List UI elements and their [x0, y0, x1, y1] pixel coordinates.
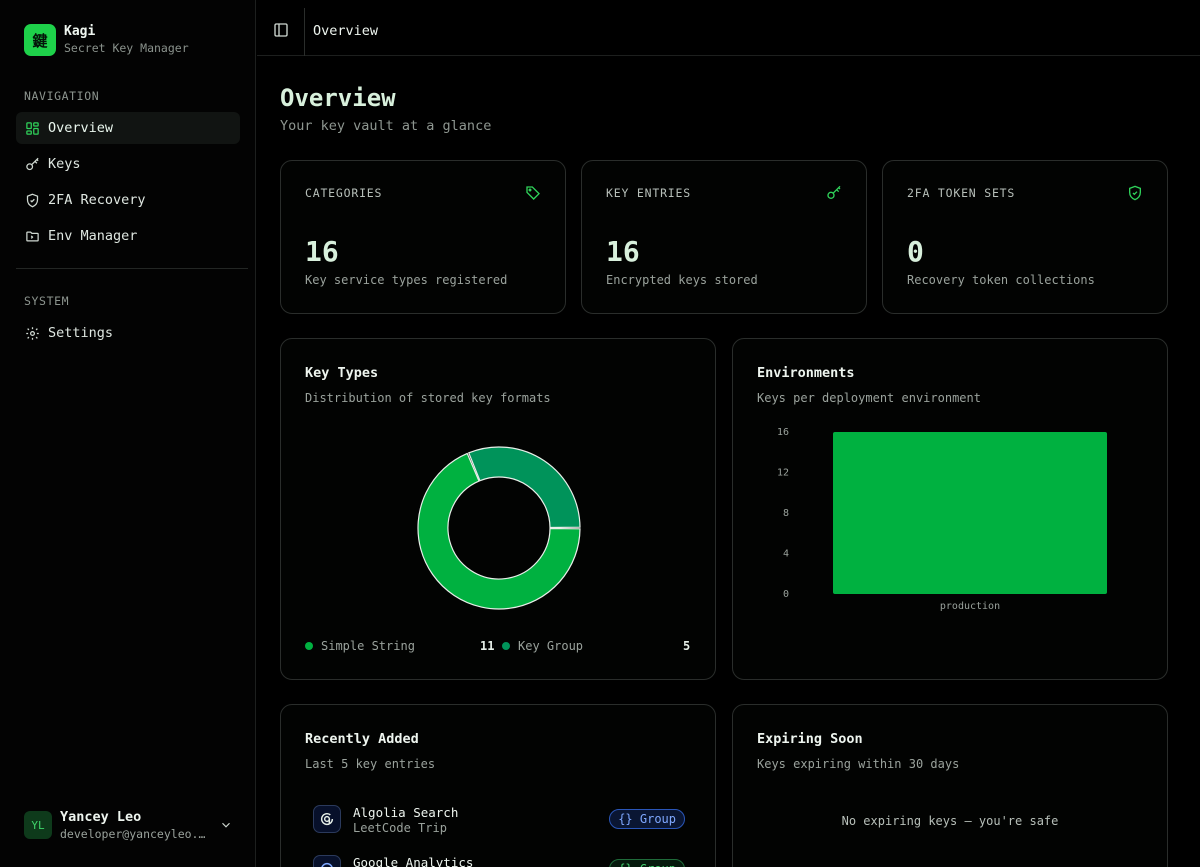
shield-check-icon	[1127, 185, 1143, 201]
stat-value: 16	[606, 235, 640, 268]
brand-subtitle: Secret Key Manager	[64, 41, 189, 55]
sidebar-item-label: Env Manager	[48, 228, 138, 244]
sidebar-item-label: Settings	[48, 325, 114, 341]
y-tick-label: 4	[783, 549, 789, 560]
legend-value: 5	[683, 639, 691, 653]
list-item[interactable]: Algolia Search LeetCode Trip {} Group	[313, 805, 685, 845]
stat-value: 0	[907, 235, 924, 268]
x-tick-label: production	[940, 601, 1000, 612]
algolia-icon	[313, 805, 341, 833]
bar-chart: 0 4 8 12 16 production	[777, 427, 1107, 612]
key-icon	[24, 156, 40, 172]
sidebar-item-overview[interactable]: Overview	[16, 112, 240, 144]
recently-added-card: Recently Added Last 5 key entries Algoli…	[280, 704, 716, 867]
brand-logo: 鍵	[24, 24, 56, 56]
stat-description: Key service types registered	[305, 273, 508, 287]
stat-card-categories: CATEGORIES 16 Key service types register…	[280, 160, 566, 314]
sidebar-divider	[16, 268, 248, 269]
entry-name: Google Analytics	[353, 855, 474, 867]
stat-card-2fa-token-sets: 2FA TOKEN SETS 0 Recovery token collecti…	[882, 160, 1168, 314]
system-section-label: SYSTEM	[24, 294, 70, 308]
chevron-down-icon[interactable]	[218, 817, 234, 833]
avatar: YL	[24, 811, 52, 839]
gear-icon	[24, 325, 40, 341]
card-subtitle: Last 5 key entries	[305, 757, 436, 771]
expiring-soon-card: Expiring Soon Keys expiring within 30 da…	[732, 704, 1168, 867]
page-title: Overview	[280, 84, 396, 112]
donut-slice-key-group[interactable]	[467, 446, 581, 529]
stat-label: KEY ENTRIES	[606, 186, 691, 200]
sidebar: 鍵 Kagi Secret Key Manager NAVIGATION Ove…	[0, 0, 256, 867]
topbar-separator	[304, 8, 305, 56]
breadcrumb: Overview	[313, 23, 379, 39]
legend-label: Key Group	[518, 639, 584, 653]
y-tick-label: 8	[783, 508, 789, 519]
brand[interactable]: 鍵 Kagi Secret Key Manager	[24, 24, 189, 56]
legend-swatch	[502, 642, 510, 650]
entry-name: Algolia Search	[353, 805, 459, 820]
type-badge: {} Group	[609, 859, 685, 867]
legend-value: 11	[480, 639, 495, 653]
nav-section-label: NAVIGATION	[24, 89, 100, 103]
user-menu[interactable]: YL Yancey Leo developer@yanceyleo.com	[24, 808, 240, 842]
y-tick-label: 16	[777, 427, 789, 438]
google-analytics-icon	[313, 855, 341, 867]
tag-icon	[525, 185, 541, 201]
sidebar-item-label: Keys	[48, 156, 81, 172]
folder-icon	[24, 228, 40, 244]
sidebar-item-2fa-recovery[interactable]: 2FA Recovery	[16, 184, 240, 216]
legend-item-key-group: Key Group	[502, 639, 583, 653]
sidebar-toggle-icon[interactable]	[273, 22, 289, 38]
shield-check-icon	[24, 192, 40, 208]
list-item[interactable]: Google Analytics {} Group	[313, 855, 685, 867]
type-badge: {} Group	[609, 809, 685, 829]
legend-swatch	[305, 642, 313, 650]
stat-card-key-entries: KEY ENTRIES 16 Encrypted keys stored	[581, 160, 867, 314]
card-subtitle: Keys expiring within 30 days	[757, 757, 960, 771]
sidebar-item-label: 2FA Recovery	[48, 192, 146, 208]
page-subtitle: Your key vault at a glance	[280, 118, 492, 134]
y-tick-label: 12	[777, 468, 789, 479]
empty-state-message: No expiring keys — you're safe	[841, 814, 1059, 828]
sidebar-item-settings[interactable]: Settings	[16, 317, 240, 349]
user-email: developer@yanceyleo.com	[60, 827, 210, 841]
sidebar-item-keys[interactable]: Keys	[16, 148, 240, 180]
stat-description: Encrypted keys stored	[606, 273, 758, 287]
stat-label: 2FA TOKEN SETS	[907, 186, 1016, 200]
card-title: Recently Added	[305, 731, 419, 747]
sidebar-item-env-manager[interactable]: Env Manager	[16, 220, 240, 252]
dashboard-icon	[24, 120, 40, 136]
legend-label: Simple String	[321, 639, 415, 653]
stat-description: Recovery token collections	[907, 273, 1095, 287]
brand-name: Kagi	[64, 24, 96, 39]
sidebar-item-label: Overview	[48, 120, 114, 136]
entry-category: LeetCode Trip	[353, 821, 447, 835]
environments-card: Environments Keys per deployment environ…	[732, 338, 1168, 680]
key-types-card: Key Types Distribution of stored key for…	[280, 338, 716, 680]
donut-chart	[417, 446, 581, 610]
card-title: Expiring Soon	[757, 731, 863, 747]
bar-production[interactable]	[833, 432, 1107, 594]
stat-value: 16	[305, 235, 339, 268]
user-name: Yancey Leo	[60, 809, 142, 825]
y-tick-label: 0	[783, 589, 789, 600]
legend-item-simple-string: Simple String	[305, 639, 415, 653]
stat-label: CATEGORIES	[305, 186, 383, 200]
key-icon	[826, 185, 842, 201]
topbar: Overview	[257, 0, 1200, 56]
